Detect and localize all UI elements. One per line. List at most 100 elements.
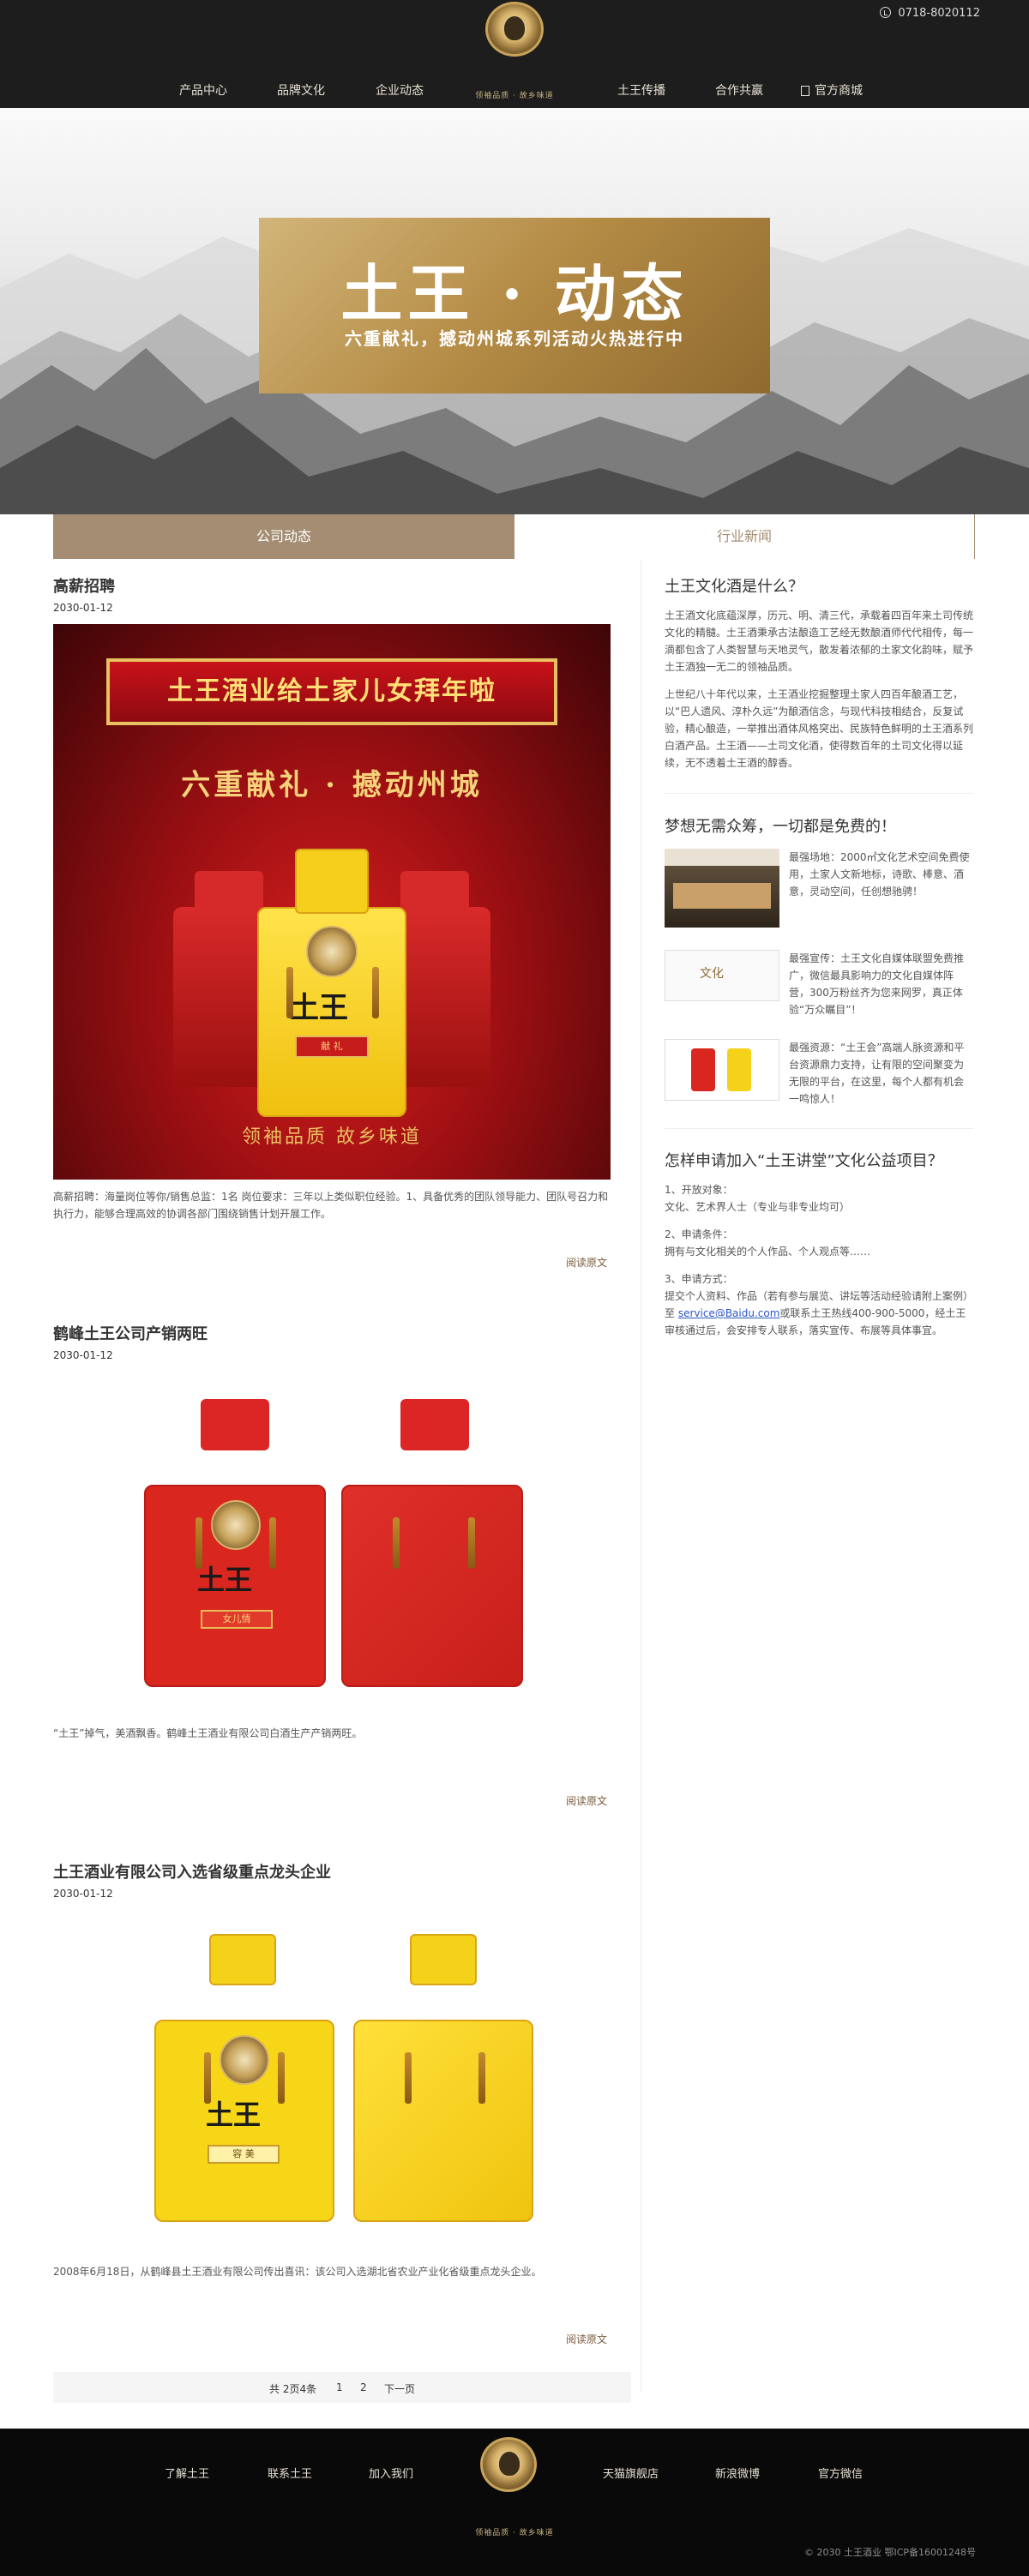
- page: 领袖品质 · 故乡味道 0718-8020112 产品中心 品牌文化 企业动态 …: [0, 0, 1029, 2576]
- venue-description: 最强场地：2000㎡文化艺术空间免费使用，土家人文新地标，诗歌、棒意、酒意，灵动…: [789, 851, 970, 898]
- nav-brand-culture[interactable]: 品牌文化: [277, 81, 325, 99]
- phone-number: 0718-8020112: [898, 7, 980, 20]
- join-item-3-title: 3、申请方式：: [665, 1273, 733, 1285]
- brand-logo[interactable]: [485, 2, 544, 57]
- nav-cooperation[interactable]: 合作共赢: [715, 81, 763, 99]
- article-date: 2030-01-12: [53, 1888, 113, 1900]
- resources-description: 最强资源：“土王会”高端人脉资源和平台资源鼎力支持，让有限的空间聚变为无限的平台…: [789, 1042, 965, 1105]
- yellow-bottle-back: [353, 2020, 533, 2222]
- bottle-medal: [220, 2035, 269, 2085]
- footer-copyright: © 2030 土王酒业 鄂ICP备16001248号: [803, 2547, 976, 2558]
- resources-thumbnail: [665, 1039, 779, 1101]
- article-date: 2030-01-12: [53, 1349, 113, 1361]
- sidebar-divider: [665, 1128, 973, 1129]
- site-header: 领袖品质 · 故乡味道 0718-8020112 产品中心 品牌文化 企业动态 …: [0, 0, 1029, 108]
- footer-link-contact[interactable]: 联系土王: [268, 2465, 312, 2481]
- read-more-link[interactable]: 阅读原文: [566, 1793, 607, 1808]
- yellow-bottle-cap: [295, 849, 369, 914]
- footer-link-weibo[interactable]: 新浪微博: [715, 2465, 760, 2481]
- read-more-link[interactable]: 阅读原文: [566, 1255, 607, 1270]
- banner-title-box: 土王 · 动态 六重献礼，撼动州城系列活动火热进行中: [259, 218, 770, 393]
- tab-company-news[interactable]: 公司动态: [53, 514, 514, 559]
- join-item-1-body: 文化、艺术界人士（专业与非专业均可）: [665, 1201, 851, 1213]
- tassel-left: [196, 1517, 202, 1569]
- tassel-right: [468, 1517, 475, 1569]
- promo-ribbon: 土王酒业给土家儿女拜年啦: [106, 658, 557, 725]
- publicity-thumbnail-text: 文化: [700, 967, 724, 981]
- article-image-new-year-promo[interactable]: 土王酒业给土家儿女拜年啦 六重献礼 · 撼动州城 土王 献 礼 领袖品质 故乡味…: [53, 624, 611, 1180]
- pagination-summary: 共 2页4条: [269, 2383, 317, 2395]
- page-link-1[interactable]: 1: [336, 2381, 343, 2393]
- banner-subtitle: 六重献礼，撼动州城系列活动火热进行中: [345, 328, 684, 349]
- article-title[interactable]: 高薪招聘: [53, 574, 115, 597]
- logo-portrait-icon: [499, 2452, 520, 2476]
- tassel-left: [405, 2052, 412, 2104]
- site-footer: 了解土王 联系土王 加入我们 领袖品质 · 故乡味道 天猫旗舰店 新浪微博 官方…: [0, 2429, 1029, 2576]
- tab-industry-news[interactable]: 行业新闻: [514, 514, 975, 559]
- footer-link-tmall[interactable]: 天猫旗舰店: [603, 2465, 659, 2481]
- yellow-bottle-cap-back: [410, 1934, 477, 1985]
- nav-official-store-label: 官方商城: [815, 84, 863, 98]
- sidebar-culture-paragraph-2: 上世纪八十年代以来，土王酒业挖掘整理土家人四百年酿酒工艺，以“巴人遗风、淳朴久远…: [665, 688, 974, 769]
- join-item-1-title: 1、开放对象：: [665, 1184, 733, 1196]
- sidebar-feature-resources[interactable]: 最强资源：“土王会”高端人脉资源和平台资源鼎力支持，让有限的空间聚变为无限的平台…: [665, 1039, 973, 1105]
- article-image-red-bottles[interactable]: 土王 女儿情: [53, 1389, 611, 1697]
- sidebar-heading-join: 怎样申请加入“土王讲堂”文化公益项目？: [665, 1152, 943, 1170]
- hero-banner: 土王 · 动态 六重献礼，撼动州城系列活动火热进行中: [0, 108, 1029, 514]
- red-bottle-cap-left: [195, 871, 263, 914]
- clock-icon: [880, 7, 892, 18]
- email-link[interactable]: service@Baidu.com: [678, 1307, 780, 1319]
- nav-tuwang-media[interactable]: 土王传播: [617, 81, 665, 99]
- nav-company-news[interactable]: 企业动态: [376, 81, 424, 99]
- tassel-left: [286, 967, 293, 1018]
- footer-link-join[interactable]: 加入我们: [369, 2465, 413, 2481]
- bottle-label: 女儿情: [201, 1610, 273, 1629]
- sidebar-divider: [665, 793, 973, 794]
- footer-slogan: 领袖品质 · 故乡味道: [475, 2529, 554, 2537]
- next-page-link[interactable]: 下一页: [384, 2381, 415, 2396]
- bottle-label: 献 礼: [295, 1036, 369, 1058]
- join-item-2-body: 拥有与文化相关的个人作品、个人观点等……: [665, 1246, 871, 1258]
- sidebar-culture-paragraph-1: 土王酒文化底蕴深厚，历元、明、清三代，承载着四百年来土司传统文化的精髓。土王酒秉…: [665, 609, 974, 673]
- page-link-2[interactable]: 2: [360, 2381, 367, 2393]
- red-bottle-back: [341, 1485, 523, 1687]
- bottle-brand-char: 土王: [290, 991, 348, 1025]
- red-bottle-cap-right: [400, 871, 469, 914]
- article-image-yellow-bottles[interactable]: 土王 容 美: [53, 1924, 611, 2232]
- logo-portrait-icon: [504, 16, 525, 40]
- bottle-brand-char: 土王: [206, 2099, 262, 2131]
- article-title[interactable]: 土王酒业有限公司入选省级重点龙头企业: [53, 1860, 331, 1882]
- promo-headline: 六重献礼 · 撼动州城: [181, 768, 483, 802]
- article-summary: 2008年6月18日，从鹤峰县土王酒业有限公司传出喜讯：该公司入选湖北省农业产业…: [53, 2266, 542, 2278]
- tassel-left: [393, 1517, 400, 1569]
- tassel-right: [278, 2052, 285, 2104]
- bottle-medal: [211, 1500, 261, 1550]
- sidebar-feature-publicity[interactable]: 文化 最强宣传：土王文化自媒体联盟免费推广，微信最具影响力的文化自媒体阵营，30…: [665, 950, 973, 1016]
- footer-logo[interactable]: [480, 2437, 537, 2492]
- red-bottle-cap-front: [201, 1399, 269, 1450]
- read-more-link[interactable]: 阅读原文: [566, 2332, 607, 2346]
- article-title[interactable]: 鹤峰土王公司产销两旺: [53, 1322, 208, 1344]
- sidebar-heading-free: 梦想无需众筹，一切都是免费的！: [665, 818, 896, 836]
- tassel-right: [478, 2052, 485, 2104]
- bottle-medal: [306, 926, 358, 977]
- yellow-bottle-cap-front: [209, 1934, 276, 1985]
- venue-thumbnail: [665, 849, 779, 928]
- promo-ribbon-text: 土王酒业给土家儿女拜年啦: [167, 676, 496, 706]
- tassel-right: [269, 1517, 276, 1569]
- nav-products[interactable]: 产品中心: [179, 81, 227, 99]
- join-item-2-title: 2、申请条件：: [665, 1228, 733, 1240]
- article-summary: “土王”掉气，美酒飘香。鹤峰土王酒业有限公司白酒生产产销两旺。: [53, 1727, 363, 1739]
- article-date: 2030-01-12: [53, 602, 113, 614]
- sidebar-feature-venue[interactable]: 最强场地：2000㎡文化艺术空间免费使用，土家人文新地标，诗歌、棒意、酒意，灵动…: [665, 849, 973, 928]
- nav-official-store[interactable]: 官方商城: [801, 81, 863, 99]
- footer-link-wechat[interactable]: 官方微信: [818, 2465, 863, 2481]
- publicity-description: 最强宣传：土王文化自媒体联盟免费推广，微信最具影响力的文化自媒体阵营，300万粉…: [789, 952, 965, 1016]
- logo-slogan: 领袖品质 · 故乡味道: [475, 92, 554, 100]
- tassel-right: [372, 967, 379, 1018]
- pagination: 共 2页4条 1 2 下一页: [53, 2372, 631, 2403]
- article-summary: 高薪招聘：海量岗位等你/销售总监：1名 岗位要求：三年以上类似职位经验。1、具备…: [53, 1191, 609, 1220]
- promo-footer-slogan: 领袖品质 故乡味道: [242, 1126, 422, 1148]
- footer-link-about[interactable]: 了解土王: [165, 2465, 209, 2481]
- sidebar-heading-culture: 土王文化酒是什么？: [665, 578, 803, 596]
